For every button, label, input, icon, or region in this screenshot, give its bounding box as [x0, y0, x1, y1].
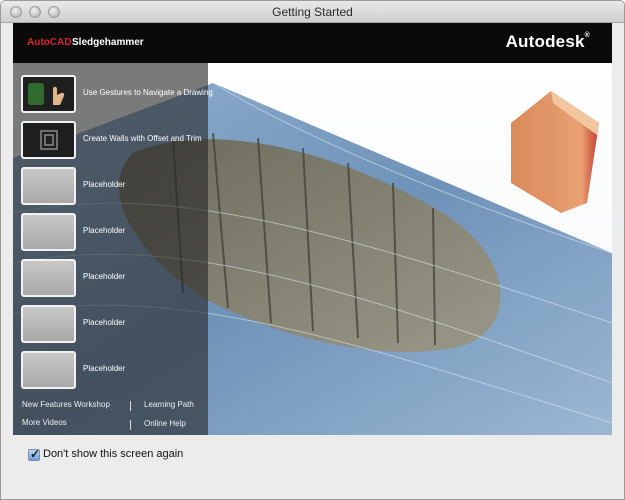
- more-videos-link[interactable]: More Videos: [22, 418, 67, 427]
- placeholder-thumbnail-icon: [21, 351, 76, 389]
- product-name: Sledgehammer: [72, 37, 144, 48]
- tutorial-sidebar: Use Gestures to Navigate a Drawing Creat…: [13, 63, 213, 435]
- dont-show-again-checkbox[interactable]: ✓: [28, 447, 41, 461]
- gesture-thumbnail-icon: [21, 75, 76, 113]
- sidebar-item-placeholder[interactable]: Placeholder: [21, 351, 208, 391]
- dialog-footer: ✓ Don't show this screen again: [1, 435, 624, 499]
- sidebar-item-label: Placeholder: [83, 180, 126, 189]
- sidebar-item-placeholder[interactable]: Placeholder: [21, 167, 208, 207]
- sidebar-item-label: Placeholder: [83, 364, 126, 373]
- link-separator: [130, 420, 131, 430]
- dont-show-again-label[interactable]: Don't show this screen again: [43, 448, 183, 460]
- new-features-workshop-link[interactable]: New Features Workshop: [22, 400, 110, 409]
- link-separator: [130, 401, 131, 411]
- product-prefix: AutoCAD: [27, 37, 72, 48]
- placeholder-thumbnail-icon: [21, 213, 76, 251]
- walls-thumbnail-icon: [21, 121, 76, 159]
- sidebar-item-placeholder[interactable]: Placeholder: [21, 259, 208, 299]
- brand-logo: Autodesk®: [506, 32, 590, 52]
- sidebar-item-gestures[interactable]: Use Gestures to Navigate a Drawing: [21, 75, 213, 115]
- title-bar[interactable]: Getting Started: [1, 1, 624, 23]
- product-header: AutoCAD Sledgehammer Autodesk®: [13, 23, 612, 63]
- sidebar-item-placeholder[interactable]: Placeholder: [21, 213, 208, 253]
- sidebar-item-label: Placeholder: [83, 318, 126, 327]
- registered-mark: ®: [584, 32, 590, 39]
- sidebar-item-label: Use Gestures to Navigate a Drawing: [83, 88, 213, 97]
- getting-started-window: Getting Started AutoCAD Sledgehammer Aut…: [0, 0, 625, 500]
- sidebar-item-placeholder[interactable]: Placeholder: [21, 305, 208, 345]
- checkmark-icon: ✓: [30, 447, 41, 461]
- online-help-link[interactable]: Online Help: [144, 419, 186, 428]
- hero-stage: Use Gestures to Navigate a Drawing Creat…: [13, 63, 612, 435]
- sidebar-item-label: Placeholder: [83, 226, 126, 235]
- sidebar-item-label: Placeholder: [83, 272, 126, 281]
- placeholder-thumbnail-icon: [21, 167, 76, 205]
- placeholder-thumbnail-icon: [21, 305, 76, 343]
- window-title: Getting Started: [272, 5, 353, 19]
- sidebar-item-walls[interactable]: Create Walls with Offset and Trim: [21, 121, 208, 161]
- placeholder-thumbnail-icon: [21, 259, 76, 297]
- sidebar-item-label: Create Walls with Offset and Trim: [83, 134, 202, 143]
- brand-name: Autodesk: [505, 32, 585, 51]
- learning-path-link[interactable]: Learning Path: [144, 400, 194, 409]
